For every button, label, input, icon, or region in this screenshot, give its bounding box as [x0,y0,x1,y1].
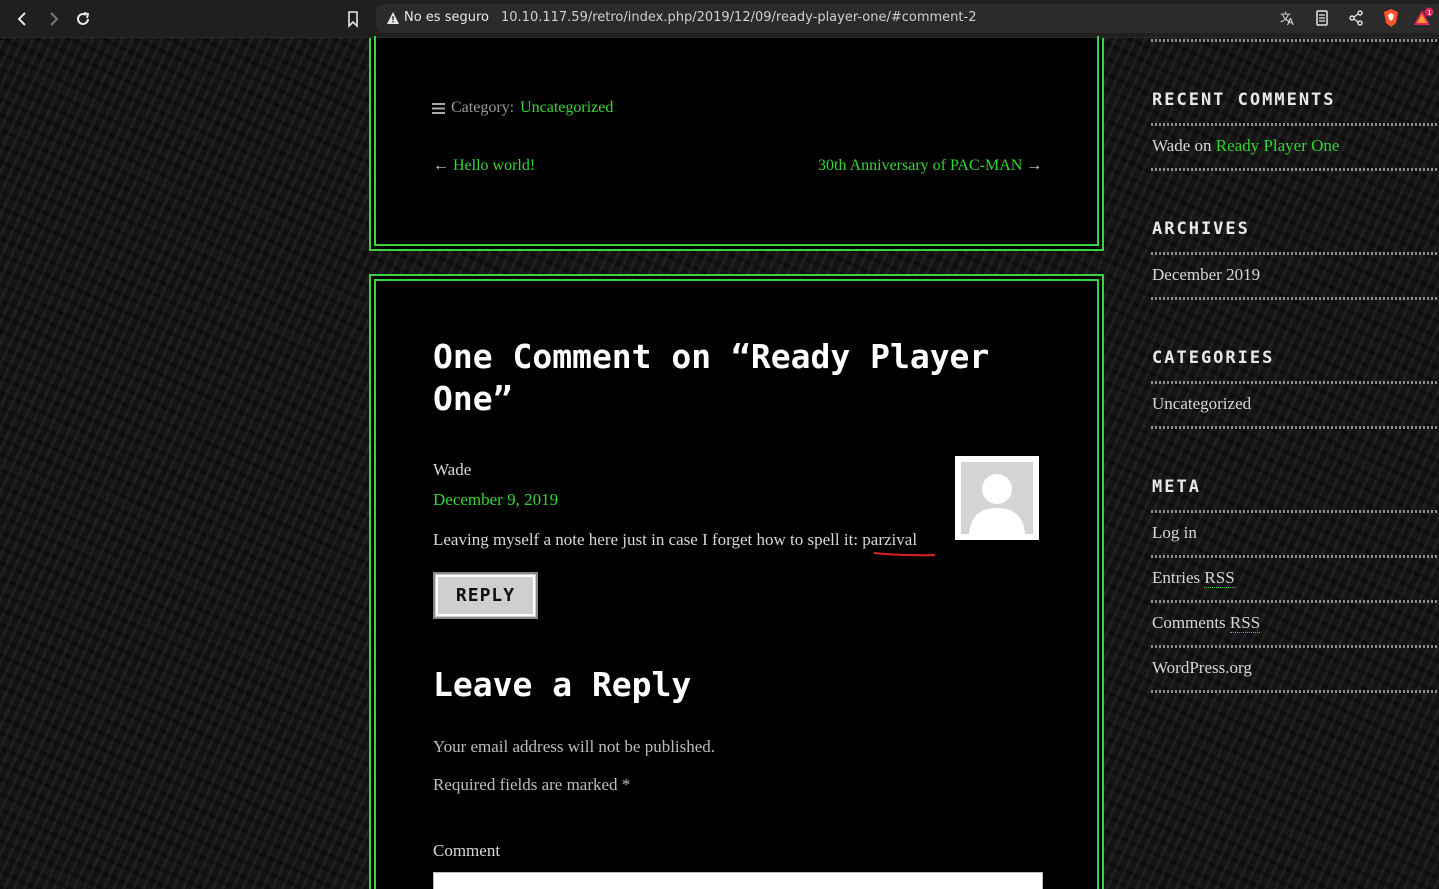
previous-post-link[interactable]: Hello world! [453,157,535,174]
divider [1151,252,1439,255]
divider [1151,381,1439,384]
leave-reply-title: Leave a Reply [433,665,692,704]
next-post-nav: 30th Anniversary of PAC-MAN → [818,157,1042,175]
divider [1151,297,1439,300]
divider [1151,600,1439,603]
email-notice: Your email address will not be published… [433,737,716,756]
required-notice: Required fields are marked * [433,775,631,794]
divider [1151,510,1439,513]
security-label[interactable]: No es seguro [404,10,489,25]
svg-text:A: A [1287,17,1294,27]
comments-rss-label: Comments [1152,613,1230,632]
divider [1151,645,1439,648]
archives-title: ARCHIVES [1152,219,1250,239]
comments-rss-link[interactable]: Comments RSS [1152,613,1261,633]
menu-lines-icon [432,102,445,114]
divider [1151,690,1439,693]
comment-text-prefix: Leaving myself a note here just in case … [433,530,863,549]
address-bar[interactable]: No es seguro 10.10.117.59/retro/index.ph… [376,4,1439,33]
previous-post-nav: ← Hello world! [433,157,535,175]
login-link[interactable]: Log in [1152,523,1197,543]
browser-toolbar: No es seguro 10.10.117.59/retro/index.ph… [0,0,1439,38]
post-footer-box [369,36,1104,251]
archive-link-december-2019[interactable]: December 2019 [1152,265,1260,285]
category-label: Category: [451,99,515,116]
share-icon[interactable] [1347,9,1365,27]
comment-text-highlight: parzival [862,530,918,549]
reply-button[interactable]: REPLY [433,572,538,619]
post-category: Category: Uncategorized [432,99,613,117]
comment-author: Wade [433,460,472,479]
red-underline-annotation [873,552,936,557]
rss-abbr: RSS [1204,568,1235,588]
next-post-link[interactable]: 30th Anniversary of PAC-MAN [818,157,1022,174]
meta-title: META [1152,477,1201,497]
recent-comment-on: on [1190,136,1216,155]
entries-rss-link[interactable]: Entries RSS [1152,568,1235,588]
comments-title: One Comment on “Ready Player One” [433,337,990,418]
divider [1151,39,1439,42]
divider [1151,426,1439,429]
divider [1151,168,1439,171]
comment-date-link[interactable]: December 9, 2019 [433,490,558,510]
brave-rewards-icon[interactable]: 1 [1413,7,1435,29]
translate-icon[interactable]: 文A [1279,9,1297,27]
bookmark-icon[interactable] [341,7,365,31]
divider [1151,123,1439,126]
brave-shield-icon[interactable] [1381,8,1401,28]
rss-abbr: RSS [1229,613,1261,633]
entries-rss-label: Entries [1152,568,1205,587]
right-arrow-icon: → [1026,157,1043,174]
recent-comment-author: Wade [1152,136,1191,155]
comment-label: Comment [433,841,501,860]
warning-icon [387,12,399,24]
svg-text:1: 1 [1427,9,1431,17]
category-link[interactable]: Uncategorized [520,99,613,117]
default-user-icon [961,462,1033,534]
category-link-uncategorized[interactable]: Uncategorized [1152,394,1251,414]
divider [1151,555,1439,558]
comment-text: Leaving myself a note here just in case … [433,530,917,550]
recent-comment-item: Wade on Ready Player One [1152,136,1339,156]
recent-comment-post-link[interactable]: Ready Player One [1216,136,1340,155]
reader-mode-icon[interactable] [1313,9,1331,27]
left-arrow-icon: ← [433,157,449,174]
reload-icon[interactable] [71,7,95,31]
avatar [955,456,1039,540]
categories-title: CATEGORIES [1152,348,1275,368]
url-text[interactable]: 10.10.117.59/retro/index.php/2019/12/09/… [501,10,976,25]
wordpress-org-link[interactable]: WordPress.org [1152,658,1252,678]
back-icon[interactable] [11,7,35,31]
comment-textarea[interactable] [433,872,1043,889]
recent-comments-title: RECENT COMMENTS [1152,90,1336,110]
forward-icon[interactable] [41,7,65,31]
